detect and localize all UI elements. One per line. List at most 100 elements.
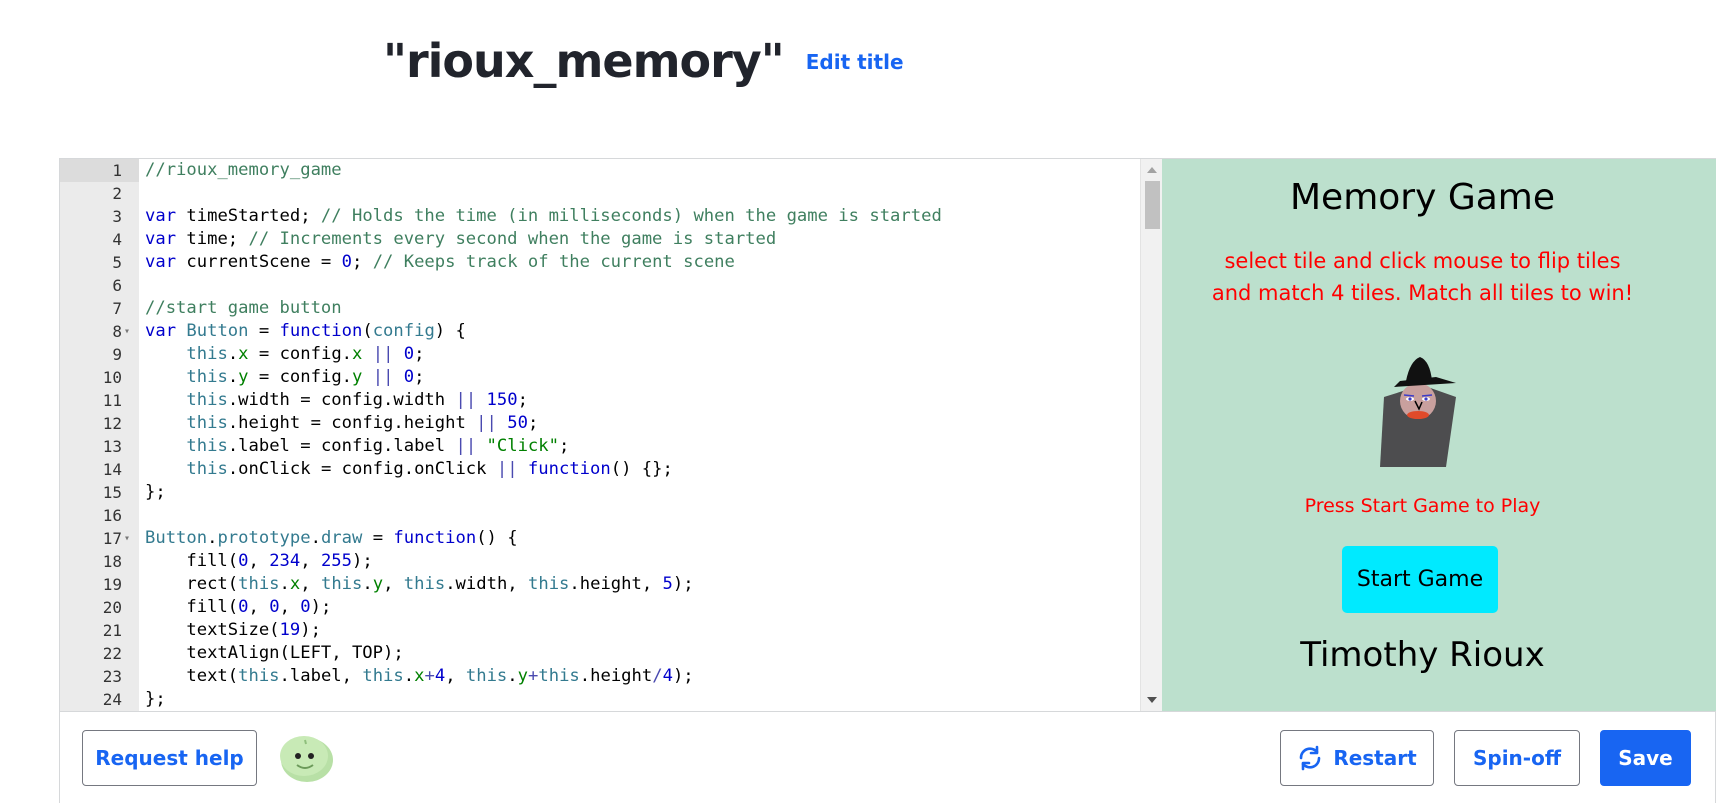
- code-token: y: [372, 574, 384, 594]
- program-output-canvas[interactable]: Memory Game select tile and click mouse …: [1162, 159, 1716, 711]
- code-token: };: [145, 689, 166, 709]
- code-token: 0: [341, 252, 352, 272]
- code-line[interactable]: 24};: [60, 688, 1140, 711]
- code-line[interactable]: 11 this.width = config.width || 150;: [60, 389, 1140, 412]
- code-token: function: [279, 321, 363, 341]
- code-token: text(: [145, 666, 239, 686]
- press-start-text: Press Start Game to Play: [1304, 495, 1541, 517]
- code-token: .: [227, 344, 239, 364]
- start-game-button[interactable]: Start Game: [1342, 546, 1498, 613]
- code-line[interactable]: 14 this.onClick = config.onClick || func…: [60, 458, 1140, 481]
- line-number: 21: [102, 621, 122, 640]
- line-number: 12: [102, 414, 122, 433]
- workspace: 1//rioux_memory_game 2 3 var timeStarted; /…: [59, 158, 1716, 803]
- code-line[interactable]: 13 this.label = config.label || "Click";: [60, 435, 1140, 458]
- code-token: "Click": [486, 436, 559, 456]
- code-line[interactable]: 18 fill(0, 234, 255);: [60, 550, 1140, 573]
- code-line[interactable]: 8 ▾ var Button = function(config) {: [60, 320, 1140, 343]
- code-line[interactable]: 6: [60, 274, 1140, 297]
- code-text: this.x = config.x || 0;: [145, 343, 424, 366]
- line-number: 8: [112, 322, 122, 341]
- code-token: function: [527, 459, 611, 479]
- request-help-button[interactable]: Request help: [82, 730, 257, 786]
- line-number: 5: [112, 253, 122, 272]
- code-line[interactable]: 22 textAlign(LEFT, TOP);: [60, 642, 1140, 665]
- code-token: y: [517, 666, 529, 686]
- code-token: this: [186, 367, 228, 387]
- code-token: ,: [248, 597, 270, 617]
- code-editor[interactable]: 1//rioux_memory_game 2 3 var timeStarted; /…: [60, 159, 1162, 711]
- code-line[interactable]: 7 //start game button: [60, 297, 1140, 320]
- save-button[interactable]: Save: [1600, 730, 1691, 786]
- code-token: };: [145, 482, 166, 502]
- code-token: .height = config.height: [227, 413, 477, 433]
- restart-label: Restart: [1333, 746, 1417, 770]
- code-token: draw: [320, 528, 363, 548]
- code-token: .width,: [445, 574, 528, 594]
- code-token: );: [352, 551, 373, 571]
- code-line[interactable]: 10 this.y = config.y || 0;: [60, 366, 1140, 389]
- line-number: 15: [102, 483, 122, 502]
- code-line[interactable]: 16: [60, 504, 1140, 527]
- code-text: text(this.label, this.x+4, this.y+this.h…: [145, 665, 693, 688]
- code-token: this: [186, 459, 228, 479]
- code-line[interactable]: 5 var currentScene = 0; // Keeps track of…: [60, 251, 1140, 274]
- code-token: .: [403, 666, 415, 686]
- spin-off-button[interactable]: Spin-off: [1454, 730, 1580, 786]
- code-text: var currentScene = 0; // Keeps track of …: [145, 251, 735, 274]
- avatar-icon[interactable]: [278, 734, 334, 784]
- code-token: ,: [300, 551, 321, 571]
- code-token: ||: [455, 436, 477, 456]
- code-token: this: [186, 413, 228, 433]
- restart-button[interactable]: Restart: [1280, 730, 1434, 786]
- code-token: 0: [403, 344, 415, 364]
- code-area[interactable]: 1//rioux_memory_game 2 3 var timeStarted; /…: [60, 159, 1140, 711]
- code-token: rect(: [145, 574, 239, 594]
- code-token: 234: [269, 551, 301, 571]
- code-line[interactable]: 1 //rioux_memory_game: [60, 159, 1140, 182]
- code-token: fill(: [145, 551, 239, 571]
- code-line[interactable]: 21 textSize(19);: [60, 619, 1140, 642]
- code-line[interactable]: 12 this.height = config.height || 50;: [60, 412, 1140, 435]
- author-name: Timothy Rioux: [1300, 635, 1545, 675]
- scroll-down-arrow-icon[interactable]: [1147, 697, 1157, 703]
- code-text: };: [145, 688, 166, 711]
- code-text: rect(this.x, this.y, this.width, this.he…: [145, 573, 693, 596]
- code-line[interactable]: 15};: [60, 481, 1140, 504]
- code-token: Button: [186, 321, 249, 341]
- code-line[interactable]: 9 this.x = config.x || 0;: [60, 343, 1140, 366]
- code-line[interactable]: 2: [60, 182, 1140, 205]
- code-token: this: [362, 666, 404, 686]
- edit-title-link[interactable]: Edit title: [806, 50, 904, 74]
- scroll-up-arrow-icon[interactable]: [1147, 167, 1157, 173]
- code-token: .: [507, 666, 518, 686]
- code-token: var: [145, 252, 177, 272]
- code-line[interactable]: 17 ▾ Button.prototype.draw = function() {: [60, 527, 1140, 550]
- code-token: // Holds the time (in milliseconds) when…: [320, 206, 942, 226]
- fold-arrow-icon[interactable]: ▾: [124, 527, 136, 550]
- code-token: 0: [238, 551, 249, 571]
- code-token: );: [300, 620, 321, 640]
- code-line[interactable]: 19 rect(this.x, this.y, this.width, this…: [60, 573, 1140, 596]
- code-token: 0: [300, 597, 311, 617]
- code-token: 19: [279, 620, 301, 640]
- scrollbar-thumb[interactable]: [1145, 181, 1160, 229]
- code-token: 150: [486, 390, 518, 410]
- code-line[interactable]: 4 var time; // Increments every second wh…: [60, 228, 1140, 251]
- code-line[interactable]: 20 fill(0, 0, 0);: [60, 596, 1140, 619]
- code-token: );: [310, 597, 332, 617]
- code-line[interactable]: 23 text(this.label, this.x+4, this.y+thi…: [60, 665, 1140, 688]
- code-token: ||: [455, 390, 477, 410]
- code-token: +: [424, 666, 435, 686]
- code-token: //start game button: [145, 298, 342, 318]
- code-token: 0: [403, 367, 415, 387]
- line-number: 1: [112, 161, 122, 180]
- editor-scrollbar[interactable]: [1140, 159, 1162, 711]
- code-line[interactable]: 3 var timeStarted; // Holds the time (in …: [60, 205, 1140, 228]
- fold-arrow-icon[interactable]: ▾: [124, 320, 136, 343]
